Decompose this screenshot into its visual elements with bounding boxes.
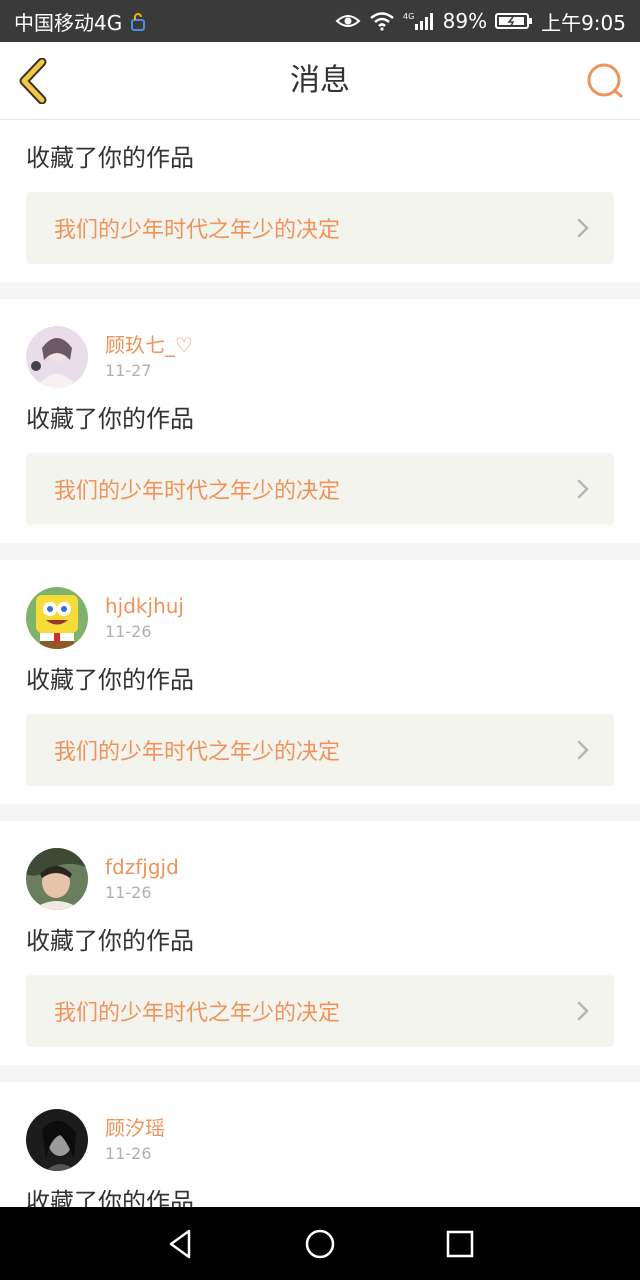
message-card: 顾玖七_♡ 11-27 收藏了你的作品 我们的少年时代之年少的决定 [0,299,640,543]
message-user-row: 顾汐瑶 11-26 [26,1108,614,1172]
carrier-label: 中国移动4G [14,10,123,35]
message-user-row: hjdkjhuj 11-26 [26,586,614,650]
circle-home-icon [305,1229,335,1258]
message-date: 11-26 [105,1144,152,1163]
avatar[interactable] [26,1109,88,1171]
system-back-button[interactable] [160,1224,200,1264]
message-user-row: 顾玖七_♡ 11-27 [26,325,614,389]
battery-icon [495,11,533,31]
header-bar: 消息 [0,42,640,120]
system-home-button[interactable] [300,1224,340,1264]
message-card: 收藏了你的作品 我们的少年时代之年少的决定 [0,121,640,282]
username[interactable]: fdzfjgjd [105,853,179,881]
work-link[interactable]: 我们的少年时代之年少的决定 [26,975,614,1047]
message-card: 顾汐瑶 11-26 收藏了你的作品 [0,1082,640,1207]
chevron-right-icon [576,478,590,500]
username[interactable]: hjdkjhuj [105,592,184,620]
work-title: 我们的少年时代之年少的决定 [54,218,341,243]
lock-icon [130,11,146,31]
status-bar: 中国移动4G 4G 89% 上午9:05 [0,0,640,42]
work-title: 我们的少年时代之年少的决定 [54,740,341,765]
square-recents-icon [446,1230,474,1257]
message-user-row: fdzfjgjd 11-26 [26,847,614,911]
battery-percent: 89% [442,9,488,33]
work-link[interactable]: 我们的少年时代之年少的决定 [26,453,614,525]
chevron-right-icon [576,1000,590,1022]
message-action-text: 收藏了你的作品 [26,405,194,433]
username[interactable]: 顾玖七_♡ [105,331,193,359]
eye-icon [335,11,361,31]
work-title: 我们的少年时代之年少的决定 [54,1001,341,1026]
message-action-text: 收藏了你的作品 [26,927,194,955]
avatar[interactable] [26,326,88,388]
page-title: 消息 [290,63,350,98]
message-action-text: 收藏了你的作品 [26,666,194,694]
message-card: hjdkjhuj 11-26 收藏了你的作品 我们的少年时代之年少的决定 [0,560,640,804]
wifi-icon [369,11,395,31]
chevron-right-icon [576,739,590,761]
search-icon [587,63,623,98]
message-action-text: 收藏了你的作品 [26,1188,194,1207]
triangle-back-icon [169,1229,191,1258]
work-link[interactable]: 我们的少年时代之年少的决定 [26,192,614,264]
message-date: 11-27 [105,361,152,380]
work-link[interactable]: 我们的少年时代之年少的决定 [26,714,614,786]
message-date: 11-26 [105,622,152,641]
avatar[interactable] [26,587,88,649]
message-date: 11-26 [105,883,152,902]
signal-icon: 4G [403,11,435,31]
system-recents-button[interactable] [440,1224,480,1264]
network-type-label: 4G [403,12,414,21]
message-action-text: 收藏了你的作品 [26,144,194,172]
message-card: fdzfjgjd 11-26 收藏了你的作品 我们的少年时代之年少的决定 [0,821,640,1065]
chevron-right-icon [576,217,590,239]
system-navigation-bar [0,1207,640,1280]
message-list[interactable]: 收藏了你的作品 我们的少年时代之年少的决定 顾玖七_♡ 11-27 收藏了你的作… [0,121,640,1207]
username[interactable]: 顾汐瑶 [105,1114,165,1142]
clock: 上午9:05 [541,10,626,35]
search-button[interactable] [586,62,624,100]
avatar[interactable] [26,848,88,910]
work-title: 我们的少年时代之年少的决定 [54,479,341,504]
